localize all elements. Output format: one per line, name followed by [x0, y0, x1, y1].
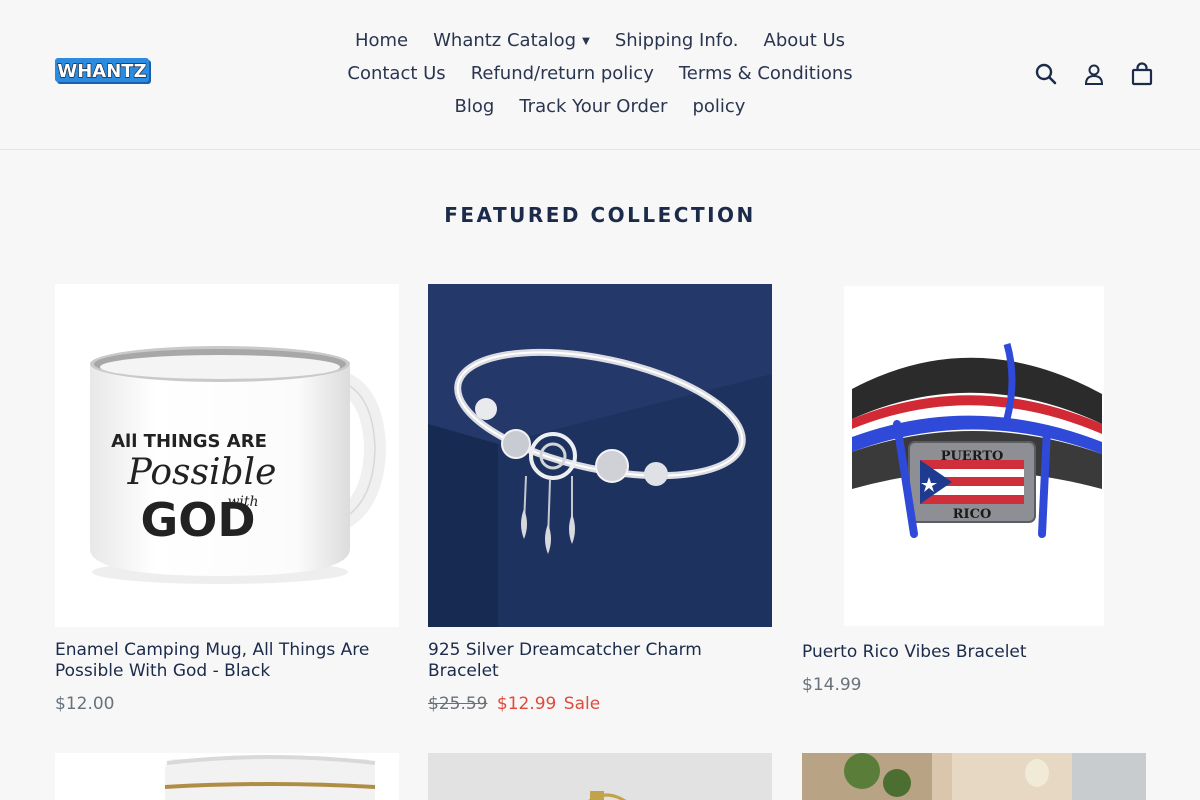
nav-row-2: Contact Us Refund/return policy Terms & … — [340, 57, 860, 90]
product-image-row2-2[interactable] — [428, 753, 772, 800]
nav-shipping[interactable]: Shipping Info. — [615, 30, 739, 51]
section-title: FEATURED COLLECTION — [444, 203, 756, 227]
account-icon[interactable] — [1082, 62, 1106, 86]
header-icons — [1034, 62, 1154, 86]
plate-text-top: PUERTO — [941, 449, 1004, 464]
nav-refund[interactable]: Refund/return policy — [471, 63, 654, 84]
mug-text-line2: Possible — [127, 452, 277, 493]
site-header: WHANTZ Home Whantz Catalog ▼ Shipping Inf… — [0, 0, 1200, 150]
product-image-row2-3[interactable] — [802, 753, 1146, 800]
sale-price: $12.99 — [496, 694, 557, 714]
nav-track-order[interactable]: Track Your Order — [519, 96, 667, 117]
mug-text-line4: GOD — [140, 493, 255, 547]
product-price: $12.00 — [55, 694, 115, 714]
product-card-mug[interactable]: All THINGS ARE Possible with GOD Enamel … — [55, 284, 399, 714]
product-image-bracelet[interactable] — [428, 284, 772, 627]
nav-home[interactable]: Home — [355, 30, 408, 51]
plate-text-bottom: RICO — [953, 507, 992, 522]
search-icon[interactable] — [1034, 62, 1058, 86]
chevron-down-icon: ▼ — [582, 35, 590, 47]
product-price: $25.59 $12.99 Sale — [428, 694, 772, 714]
cart-icon[interactable] — [1130, 62, 1154, 86]
product-card-dreamcatcher[interactable]: 925 Silver Dreamcatcher Charm Bracelet $… — [428, 284, 772, 714]
nav-contact[interactable]: Contact Us — [347, 63, 445, 84]
product-card-puerto-rico[interactable]: PUERTO RICO Puerto Rico Vibes Bracelet $… — [802, 284, 1146, 695]
product-title[interactable]: Enamel Camping Mug, All Things Are Possi… — [55, 640, 399, 682]
regular-price: $25.59 — [428, 694, 488, 714]
sale-badge: Sale — [563, 694, 601, 714]
nav-blog[interactable]: Blog — [455, 96, 495, 117]
nav-catalog-label: Whantz Catalog — [433, 30, 577, 51]
product-price: $14.99 — [802, 675, 862, 695]
product-image-row2-1[interactable] — [55, 753, 399, 800]
nav-terms[interactable]: Terms & Conditions — [679, 63, 853, 84]
whantz-logo[interactable]: WHANTZ — [55, 57, 153, 87]
nav-policy[interactable]: policy — [692, 96, 745, 117]
product-title[interactable]: Puerto Rico Vibes Bracelet — [802, 642, 1146, 663]
mug-text-line1: All THINGS ARE — [111, 431, 267, 452]
product-title[interactable]: 925 Silver Dreamcatcher Charm Bracelet — [428, 640, 772, 682]
logo-text: WHANTZ — [57, 61, 146, 82]
nav-row-3: Blog Track Your Order policy — [340, 90, 860, 123]
nav-catalog[interactable]: Whantz Catalog ▼ — [433, 30, 590, 51]
product-image-mug[interactable]: All THINGS ARE Possible with GOD — [55, 284, 399, 627]
nav-row-1: Home Whantz Catalog ▼ Shipping Info. Abou… — [340, 24, 860, 57]
nav-about[interactable]: About Us — [764, 30, 846, 51]
main-nav: Home Whantz Catalog ▼ Shipping Info. Abou… — [340, 24, 860, 123]
product-image-puerto-rico[interactable]: PUERTO RICO — [802, 284, 1146, 627]
